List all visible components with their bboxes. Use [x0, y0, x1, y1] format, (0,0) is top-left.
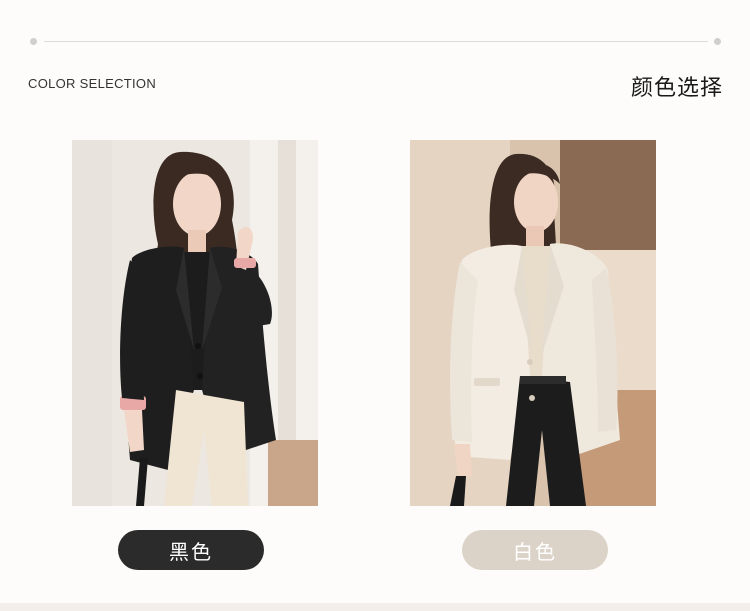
- section-title-zh: 颜色选择: [630, 76, 723, 101]
- section-divider: [44, 41, 708, 42]
- divider-dot-right: [714, 38, 721, 45]
- divider-dot-left: [30, 38, 37, 45]
- color-option-white[interactable]: 白色: [462, 530, 608, 570]
- section-title-en: COLOR SELECTION: [28, 76, 157, 91]
- product-photo-black: [72, 140, 318, 506]
- bottom-strip: [0, 603, 750, 611]
- product-photo-white: [410, 140, 656, 506]
- color-option-black[interactable]: 黑色: [118, 530, 264, 570]
